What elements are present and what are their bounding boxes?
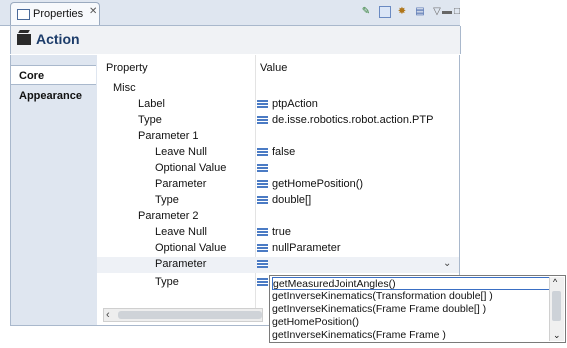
property-value-combo[interactable] <box>257 258 272 270</box>
header-title: Action <box>36 31 80 47</box>
action-icon <box>17 34 31 45</box>
property-value: double[] <box>257 194 311 206</box>
property-name: Optional Value <box>155 242 227 254</box>
property-name: Type <box>138 114 162 126</box>
scroll-left-icon[interactable]: ‹ <box>106 309 110 321</box>
pin-icon[interactable]: ✎ <box>360 6 372 17</box>
property-name: Leave Null <box>155 146 207 158</box>
horizontal-scrollbar[interactable]: ‹ <box>103 308 263 322</box>
table-row[interactable]: Type double[] <box>97 193 459 209</box>
scroll-up-icon[interactable]: ^ <box>553 277 557 287</box>
table-row[interactable]: Optional Value nullParameter <box>97 241 459 257</box>
table-row[interactable]: Type de.isse.robotics.robot.action.PTP <box>97 113 459 129</box>
dropdown-scrollbar[interactable]: ^ ⌄ <box>549 277 564 341</box>
side-tabs: Core Appearance <box>10 55 97 325</box>
table-row[interactable]: Parameter 1 <box>97 129 459 145</box>
value-icon <box>257 180 268 189</box>
tab-properties-label: Properties <box>33 8 84 20</box>
property-name: Type <box>155 194 179 206</box>
view-tab-bar: Properties ✕ ✎ ✸ ▤ ▽ ▬ □ <box>0 0 460 26</box>
table-row[interactable]: Misc <box>97 81 459 97</box>
table-row[interactable]: Optional Value <box>97 161 459 177</box>
property-value: ptpAction <box>257 98 318 110</box>
property-value: false <box>257 146 295 158</box>
scrollbar-thumb[interactable] <box>118 311 262 319</box>
property-value <box>257 162 272 174</box>
property-name: Parameter 1 <box>138 130 199 142</box>
dropdown-option[interactable]: getHomePosition() <box>272 316 550 329</box>
scroll-down-icon[interactable]: ⌄ <box>553 330 561 341</box>
dropdown-option[interactable]: getInverseKinematics(Frame Frame ) <box>272 329 550 342</box>
table-row[interactable]: Parameter 2 <box>97 209 459 225</box>
scrollbar-thumb[interactable] <box>552 291 561 321</box>
table-row[interactable]: Leave Null false <box>97 145 459 161</box>
value-icon <box>257 116 268 125</box>
property-name: Misc <box>113 82 136 94</box>
property-name: Optional Value <box>155 162 227 174</box>
value-icon <box>257 100 268 109</box>
table-row[interactable]: Parameter getHomePosition() <box>97 177 459 193</box>
property-name: Leave Null <box>155 226 207 238</box>
chevron-down-icon[interactable]: ⌄ <box>443 258 451 269</box>
value-icon <box>257 278 268 287</box>
column-header-value[interactable]: Value <box>260 62 287 74</box>
property-value: true <box>257 226 291 238</box>
properties-header: Action <box>10 26 461 54</box>
property-name: Type <box>155 276 179 288</box>
property-value: nullParameter <box>257 242 340 254</box>
property-name: Parameter <box>155 258 207 270</box>
column-header-property[interactable]: Property <box>106 62 148 74</box>
dropdown-option[interactable]: getInverseKinematics(Frame Frame double[… <box>272 303 550 316</box>
property-value: de.isse.robotics.robot.action.PTP <box>257 114 433 126</box>
value-icon <box>257 260 268 269</box>
value-icon <box>257 244 268 253</box>
property-name: Parameter 2 <box>138 210 199 222</box>
close-icon[interactable]: ✕ <box>89 6 97 17</box>
value-icon <box>257 164 268 173</box>
value-icon <box>257 148 268 157</box>
table-row-selected[interactable]: Parameter ⌄ <box>97 257 459 273</box>
table-row[interactable]: Leave Null true <box>97 225 459 241</box>
property-value: getHomePosition() <box>257 178 363 190</box>
maximize-icon[interactable]: □ <box>451 6 463 17</box>
dropdown-option[interactable]: getInverseKinematics(Transformation doub… <box>272 290 550 303</box>
side-tab-core[interactable]: Core <box>11 65 96 85</box>
group-icon[interactable]: ▤ <box>414 6 426 17</box>
side-tab-appearance[interactable]: Appearance <box>11 86 96 106</box>
property-name: Parameter <box>155 178 207 190</box>
value-icon <box>257 196 268 205</box>
table-row[interactable]: Label ptpAction <box>97 97 459 113</box>
filter-icon[interactable] <box>379 6 391 18</box>
parameter-dropdown-list[interactable]: getMeasuredJointAngles() getInverseKinem… <box>269 275 566 343</box>
property-name: Label <box>138 98 165 110</box>
value-icon <box>257 228 268 237</box>
properties-view-icon <box>17 9 30 20</box>
dropdown-option[interactable]: getMeasuredJointAngles() <box>272 277 550 290</box>
advanced-icon[interactable]: ✸ <box>396 6 408 17</box>
tab-properties[interactable]: Properties ✕ <box>10 2 100 25</box>
